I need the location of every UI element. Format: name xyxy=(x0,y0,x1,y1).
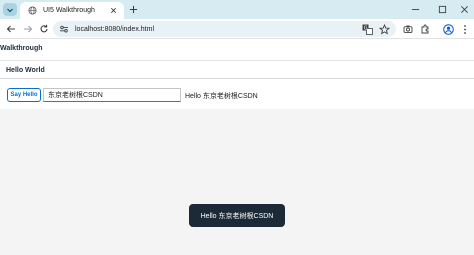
close-icon xyxy=(460,5,468,13)
page-content: Walkthrough Hello World Say Hello Hello … xyxy=(0,40,474,255)
tab-search-button[interactable] xyxy=(3,3,17,16)
content-area xyxy=(0,109,474,255)
panel-divider xyxy=(0,78,474,79)
minimize-button[interactable] xyxy=(408,2,422,16)
new-tab-button[interactable] xyxy=(127,3,140,16)
name-input[interactable] xyxy=(43,88,181,102)
maximize-button[interactable] xyxy=(435,2,449,16)
browser-tab[interactable]: UI5 Walkthrough xyxy=(20,2,124,19)
extensions-icon[interactable] xyxy=(418,22,432,36)
reload-icon xyxy=(40,24,48,33)
hello-text: Hello 东京老树根CSDN xyxy=(185,93,258,100)
star-icon[interactable] xyxy=(379,23,390,35)
camera-icon[interactable] xyxy=(401,22,415,36)
more-icon[interactable] xyxy=(458,22,472,36)
profile-icon[interactable] xyxy=(441,22,455,36)
svg-text:G: G xyxy=(364,25,368,31)
translate-icon[interactable]: G xyxy=(362,24,373,35)
header-divider xyxy=(0,60,474,61)
plus-icon xyxy=(129,5,138,14)
back-arrow-icon xyxy=(6,25,15,33)
forward-button[interactable] xyxy=(21,22,35,36)
browser-toolbar: localhost:8080/index.html G xyxy=(0,19,474,39)
say-hello-button[interactable]: Say Hello xyxy=(7,88,41,102)
close-icon[interactable] xyxy=(108,6,118,16)
panel-title: Hello World xyxy=(6,67,45,74)
tab-strip: UI5 Walkthrough xyxy=(0,0,474,19)
forward-arrow-icon xyxy=(24,25,33,33)
minimize-icon xyxy=(411,8,419,10)
back-button[interactable] xyxy=(4,22,18,36)
chevron-down-icon xyxy=(7,8,13,12)
window-close-button[interactable] xyxy=(457,2,471,16)
tab-title: UI5 Walkthrough xyxy=(43,7,95,14)
globe-icon xyxy=(28,6,37,15)
site-info-icon[interactable] xyxy=(59,24,69,34)
address-bar[interactable]: localhost:8080/index.html G xyxy=(53,21,396,37)
reload-button[interactable] xyxy=(37,22,51,36)
message-toast: Hello 东京老树根CSDN xyxy=(189,204,285,227)
app-title: Walkthrough xyxy=(0,45,43,52)
maximize-icon xyxy=(438,5,446,13)
url-text[interactable]: localhost:8080/index.html xyxy=(75,26,362,33)
